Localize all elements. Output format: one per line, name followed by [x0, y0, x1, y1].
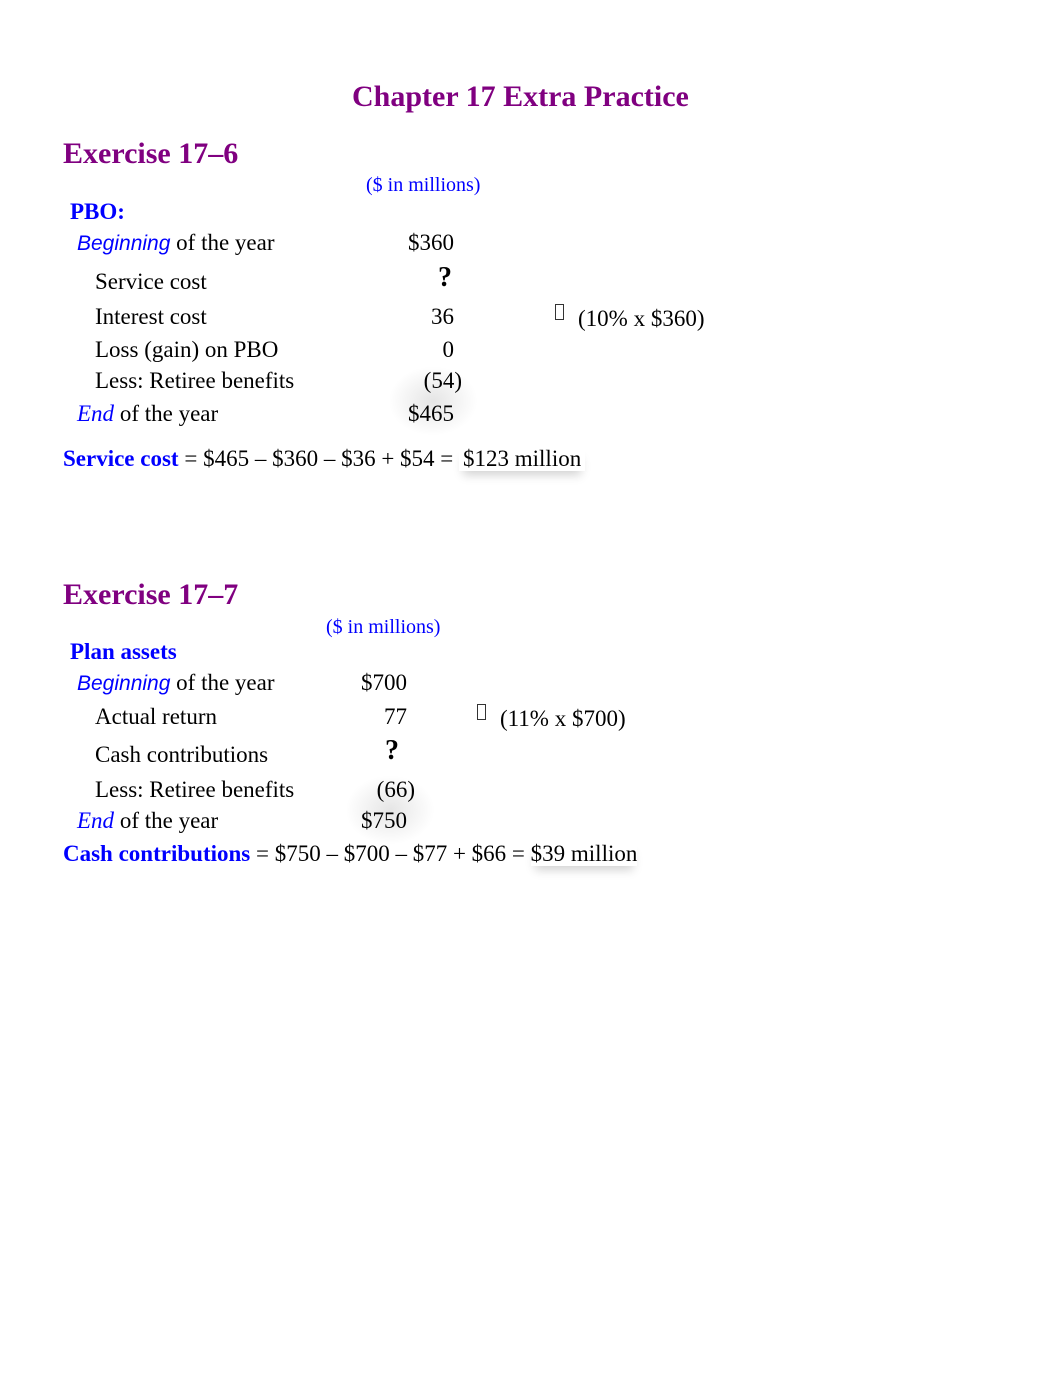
section-heading-pbo: PBO: — [70, 199, 125, 224]
label-rest: of the year — [114, 401, 219, 426]
row-retiree-benefits-label: Less: Retiree benefits — [95, 777, 295, 802]
row-end-label: End of the year — [77, 401, 218, 427]
label-rest: of the year — [170, 670, 275, 695]
formula-result: $39 million — [530, 841, 638, 866]
note-text: (11% x $700) — [500, 706, 626, 731]
row-end-value: $465 — [408, 401, 454, 426]
formula-label: Cash contributions — [63, 841, 251, 866]
row-end-value: $750 — [361, 808, 407, 833]
row-beginning-value: $700 — [361, 670, 407, 695]
emphasis-beginning: Beginning — [77, 672, 171, 695]
row-service-cost-label: Service cost — [95, 269, 207, 294]
row-actual-return-note: (11% x $700) — [477, 704, 626, 732]
row-service-cost-value: ? — [438, 262, 452, 293]
formula-expression: = $750 – $700 – $77 + $66 = — [250, 841, 531, 866]
row-end-label: End of the year — [77, 808, 218, 834]
unit-label: ($ in millions) — [366, 174, 481, 196]
row-interest-cost-value: 36 — [431, 304, 454, 329]
cash-contributions-formula: Cash contributions = $750 – $700 – $77 +… — [63, 841, 637, 867]
row-cash-contributions-label: Cash contributions — [95, 742, 269, 767]
emphasis-end: End — [77, 401, 115, 426]
page-title: Chapter 17 Extra Practice — [352, 80, 689, 113]
exercise-title: Exercise 17–6 — [63, 137, 239, 170]
row-actual-return-label: Actual return — [95, 704, 217, 729]
missing-glyph-icon — [555, 304, 564, 320]
service-cost-formula: Service cost = $465 – $360 – $36 + $54 =… — [63, 446, 585, 472]
row-beginning-label: Beginning of the year — [77, 230, 275, 256]
row-loss-gain-label: Loss (gain) on PBO — [95, 337, 279, 362]
label-rest: of the year — [170, 230, 275, 255]
row-interest-cost-label: Interest cost — [95, 304, 207, 329]
formula-result: $123 million — [459, 446, 585, 471]
row-interest-cost-note: (10% x $360) — [555, 304, 704, 332]
row-beginning-value: $360 — [408, 230, 454, 255]
section-heading-plan-assets: Plan assets — [70, 639, 177, 664]
row-beginning-label: Beginning of the year — [77, 670, 275, 696]
missing-glyph-icon — [477, 704, 486, 720]
row-retiree-benefits-value: (54) — [423, 368, 462, 393]
row-retiree-benefits-value: (66) — [376, 777, 415, 802]
emphasis-beginning: Beginning — [77, 232, 171, 255]
row-actual-return-value: 77 — [384, 704, 407, 729]
unit-label: ($ in millions) — [326, 616, 441, 638]
emphasis-end: End — [77, 808, 115, 833]
row-cash-contributions-value: ? — [385, 735, 399, 766]
note-text: (10% x $360) — [578, 306, 705, 331]
label-rest: of the year — [114, 808, 219, 833]
exercise-title: Exercise 17–7 — [63, 578, 239, 611]
formula-expression: = $465 – $360 – $36 + $54 = — [178, 446, 460, 471]
row-loss-gain-value: 0 — [442, 337, 455, 362]
row-retiree-benefits-label: Less: Retiree benefits — [95, 368, 295, 393]
formula-label: Service cost — [63, 446, 179, 471]
